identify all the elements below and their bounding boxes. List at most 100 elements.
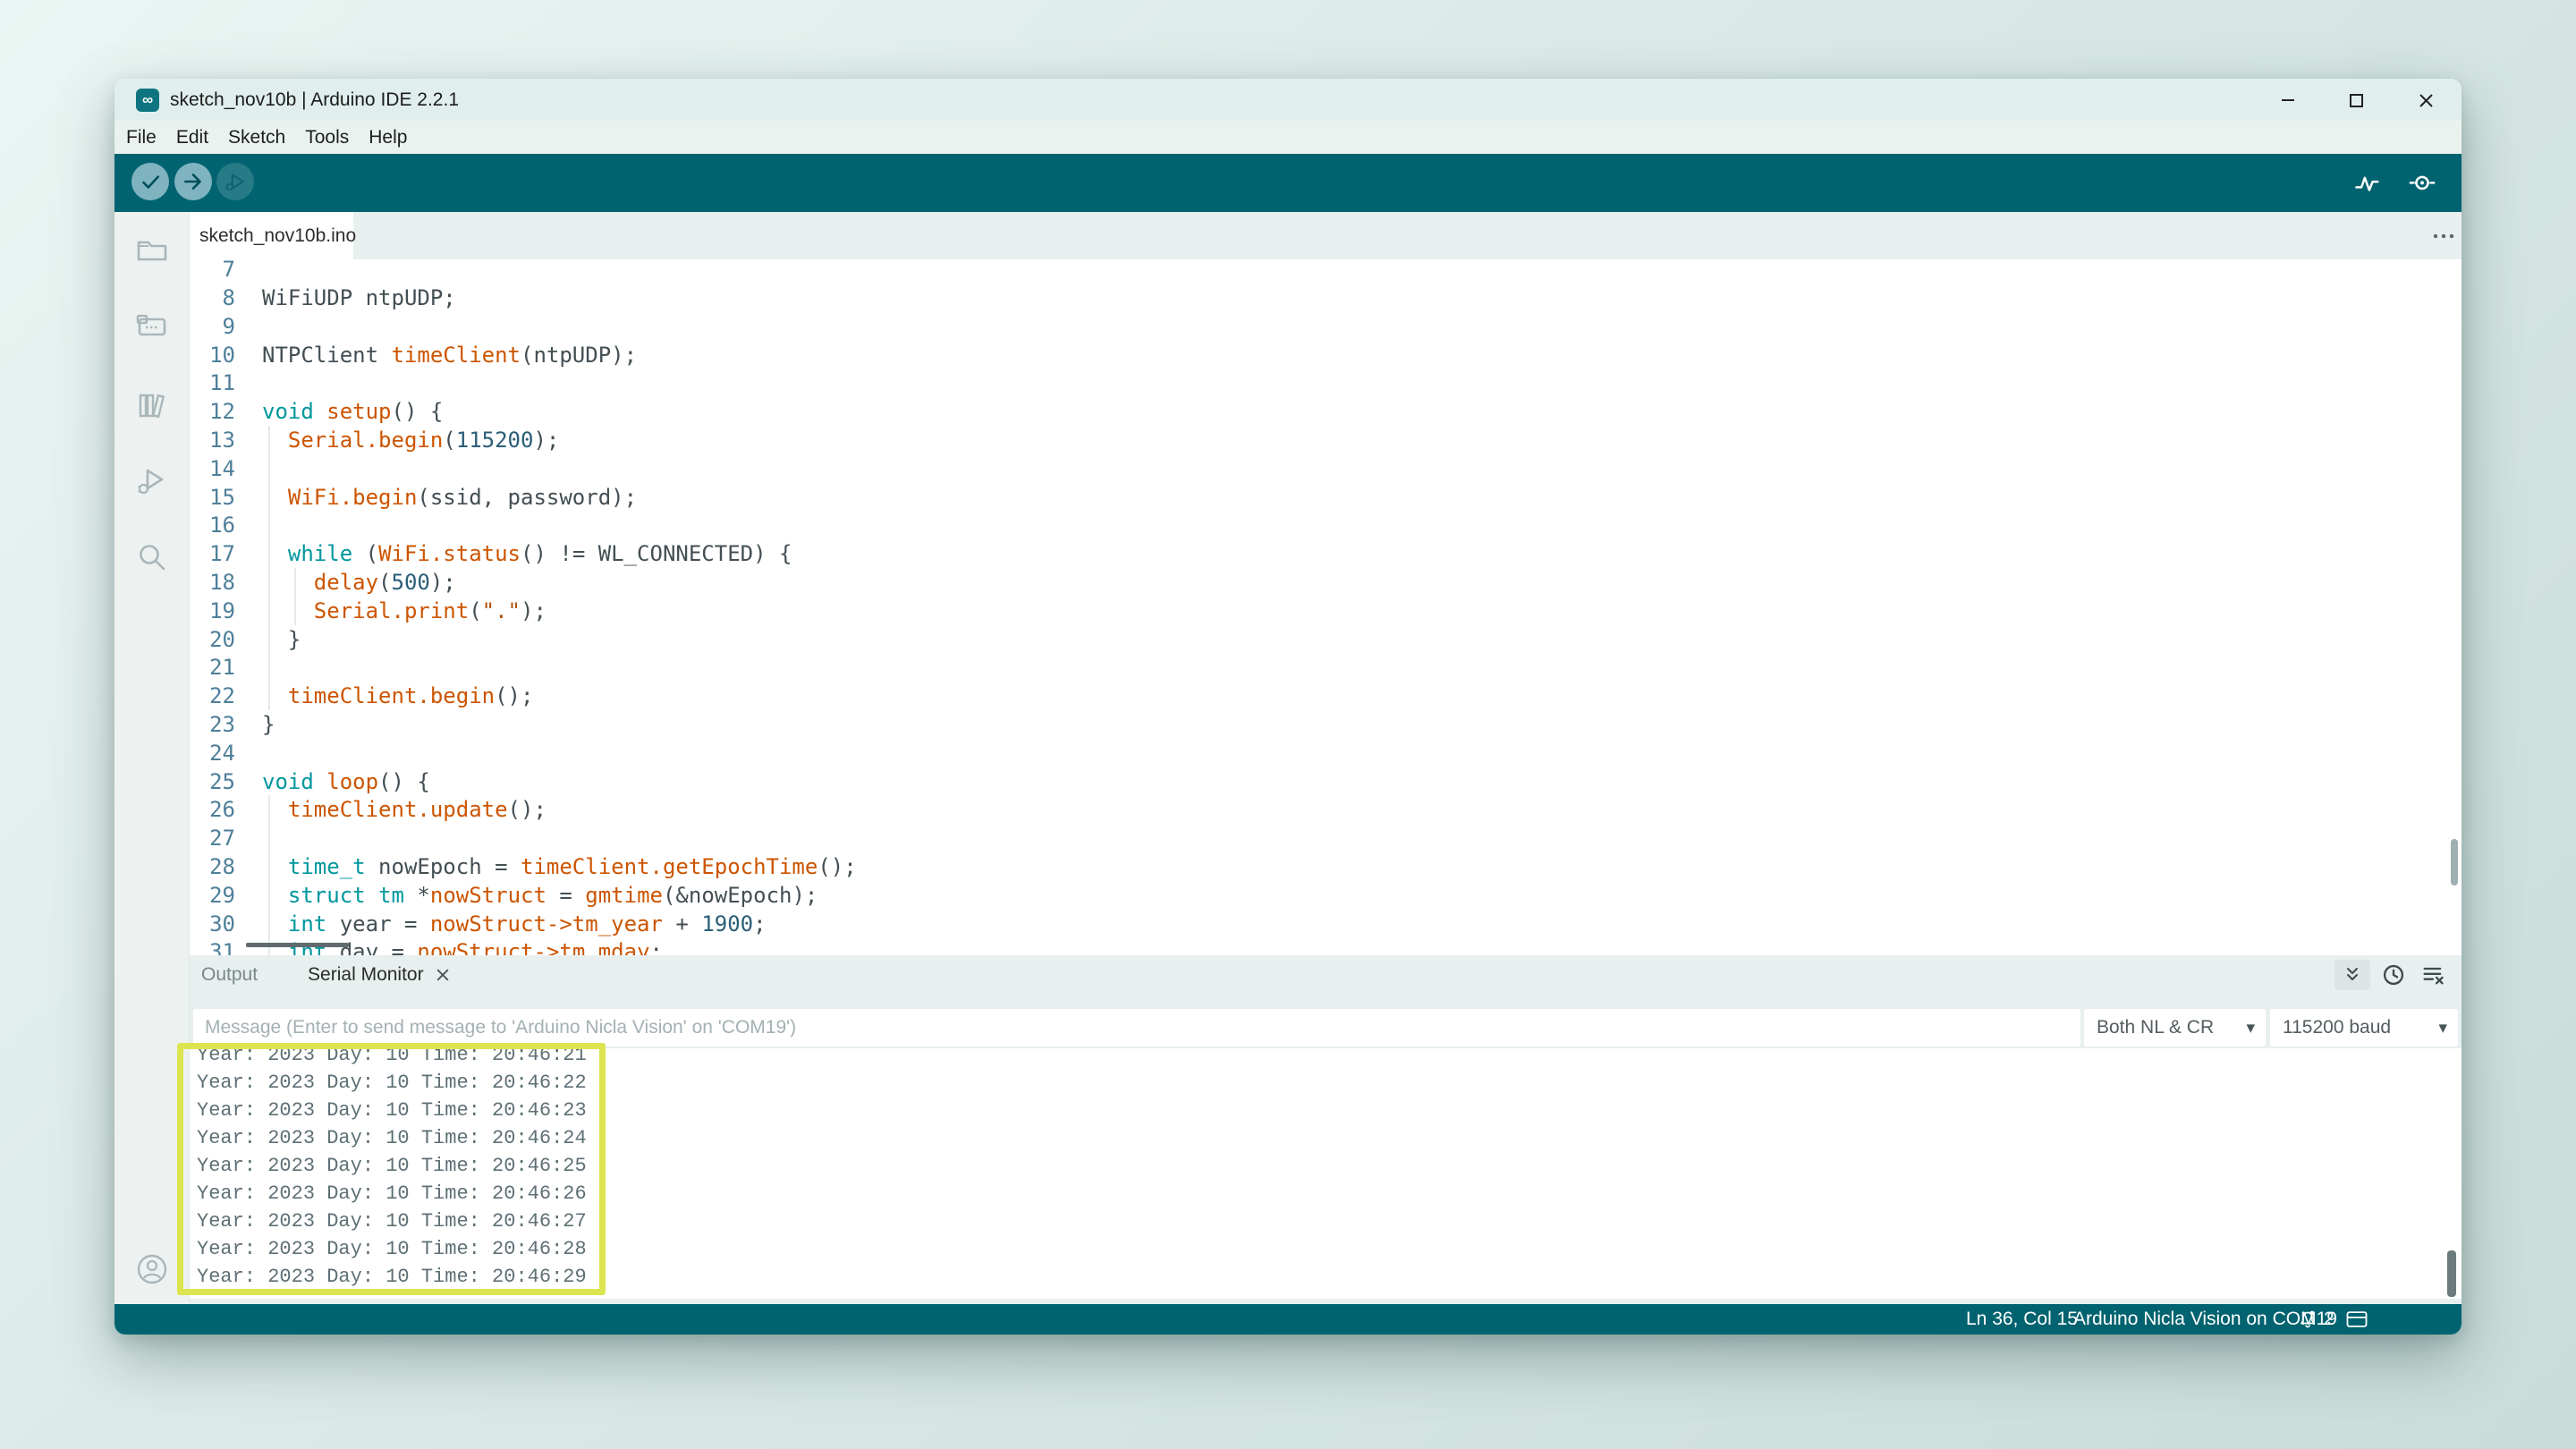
serial-plotter-icon	[2354, 170, 2381, 197]
line-ending-dropdown[interactable]: Both NL & CR ▾	[2084, 1009, 2266, 1046]
menubar: FileEditSketchToolsHelp	[114, 121, 2462, 154]
baud-rate-caret-icon: ▾	[2438, 1018, 2447, 1038]
code-line[interactable]: 30 int year = nowStruct->tm_year + 1900;	[190, 910, 767, 938]
line-number: 25	[190, 767, 235, 796]
code-editor[interactable]: 78WiFiUDP ntpUDP;910NTPClient timeClient…	[190, 259, 2462, 955]
line-number: 24	[190, 739, 235, 767]
line-number: 26	[190, 795, 235, 824]
code-line[interactable]: 26 timeClient.update();	[190, 795, 547, 824]
debug-button[interactable]	[216, 163, 254, 200]
account-icon[interactable]	[132, 1250, 172, 1289]
code-line[interactable]: 7	[190, 259, 262, 284]
clock-icon	[2381, 962, 2406, 987]
serial-plotter-button[interactable]	[2354, 170, 2381, 197]
line-number: 27	[190, 824, 235, 852]
sketchbook-folder-icon[interactable]	[132, 231, 172, 270]
boards-manager-icon[interactable]	[132, 307, 172, 346]
search-icon[interactable]	[132, 538, 172, 577]
code-line[interactable]: 23}	[190, 710, 275, 739]
menu-item-sketch[interactable]: Sketch	[218, 127, 295, 148]
cursor-position[interactable]: Ln 36, Col 15	[1966, 1304, 2078, 1335]
serial-monitor-tab-close-icon[interactable]	[436, 969, 449, 981]
close-icon	[2415, 89, 2436, 111]
arduino-app-icon: ∞	[136, 89, 159, 112]
line-number: 21	[190, 653, 235, 682]
code-line[interactable]: 19 Serial.print(".");	[190, 597, 547, 625]
code-line[interactable]: 15 WiFi.begin(ssid, password);	[190, 483, 637, 512]
code-line[interactable]: 13 Serial.begin(115200);	[190, 426, 559, 454]
menu-item-tools[interactable]: Tools	[295, 127, 359, 148]
line-number: 15	[190, 483, 235, 512]
timestamp-toggle-button[interactable]	[2381, 962, 2406, 987]
line-number: 9	[190, 312, 235, 341]
upload-button[interactable]	[174, 163, 212, 200]
maximize-icon	[2345, 89, 2367, 111]
horizontal-scrollbar-thumb[interactable]	[246, 943, 349, 947]
baud-rate-dropdown[interactable]: 115200 baud ▾	[2270, 1009, 2458, 1046]
baud-rate-value: 115200 baud	[2283, 1017, 2391, 1038]
more-actions-icon[interactable]	[2431, 232, 2458, 241]
code-line[interactable]: 9	[190, 312, 262, 341]
code-line[interactable]: 10NTPClient timeClient(ntpUDP);	[190, 341, 637, 369]
code-line[interactable]: 18 delay(500);	[190, 568, 456, 597]
code-line[interactable]: 28 time_t nowEpoch = timeClient.getEpoch…	[190, 852, 857, 881]
code-line[interactable]: 29 struct tm *nowStruct = gmtime(&nowEpo…	[190, 881, 818, 910]
notification-count: 2	[2324, 1304, 2334, 1335]
panel-layout-icon	[2345, 1310, 2368, 1328]
maximize-button[interactable]	[2336, 79, 2376, 121]
line-number: 29	[190, 881, 235, 910]
line-number: 17	[190, 539, 235, 568]
line-ending-caret-icon: ▾	[2246, 1018, 2255, 1038]
toggle-panel-button[interactable]	[2345, 1310, 2368, 1328]
code-line[interactable]: 17 while (WiFi.status() != WL_CONNECTED)…	[190, 539, 792, 568]
notifications-button[interactable]	[2297, 1309, 2318, 1330]
library-manager-icon[interactable]	[132, 386, 172, 425]
line-number: 22	[190, 682, 235, 710]
debug-panel-icon[interactable]	[132, 462, 172, 501]
serial-message-input[interactable]: Message (Enter to send message to 'Ardui…	[193, 1009, 2080, 1046]
line-number: 11	[190, 369, 235, 397]
line-number: 12	[190, 397, 235, 426]
code-line[interactable]: 11	[190, 369, 262, 397]
menu-item-file[interactable]: File	[116, 127, 166, 148]
window-title: sketch_nov10b | Arduino IDE 2.2.1	[170, 79, 459, 121]
clear-output-button[interactable]	[2420, 962, 2445, 987]
line-number: 16	[190, 511, 235, 539]
code-line[interactable]: 27	[190, 824, 262, 852]
serial-monitor-button[interactable]	[2409, 170, 2436, 197]
bell-icon	[2297, 1309, 2318, 1330]
code-line[interactable]: 21	[190, 653, 262, 682]
menu-item-edit[interactable]: Edit	[166, 127, 218, 148]
serial-scrollbar-thumb[interactable]	[2447, 1250, 2456, 1297]
code-line[interactable]: 20 }	[190, 625, 301, 654]
verify-button[interactable]	[131, 163, 169, 200]
code-line[interactable]: 22 timeClient.begin();	[190, 682, 533, 710]
minimize-button[interactable]	[2268, 79, 2308, 121]
line-number: 8	[190, 284, 235, 312]
line-number: 18	[190, 568, 235, 597]
tab-serial-monitor[interactable]: Serial Monitor	[308, 964, 424, 986]
clear-output-icon	[2420, 962, 2445, 987]
code-line[interactable]: 12void setup() {	[190, 397, 443, 426]
editor-tabbar: sketch_nov10b.ino	[190, 212, 2462, 259]
tab-sketch-ino[interactable]: sketch_nov10b.ino	[190, 212, 353, 259]
line-number: 28	[190, 852, 235, 881]
code-line[interactable]: 14	[190, 454, 262, 483]
line-number: 10	[190, 341, 235, 369]
line-ending-value: Both NL & CR	[2097, 1017, 2214, 1038]
double-chevron-down-icon	[2342, 964, 2363, 986]
code-line[interactable]: 25void loop() {	[190, 767, 430, 796]
code-line[interactable]: 24	[190, 739, 262, 767]
titlebar: ∞ sketch_nov10b | Arduino IDE 2.2.1	[114, 79, 2462, 121]
close-button[interactable]	[2406, 79, 2445, 121]
line-number: 20	[190, 625, 235, 654]
menu-item-help[interactable]: Help	[359, 127, 417, 148]
toolbar: Arduino Nicla Vision ▾	[114, 154, 2462, 212]
tab-output[interactable]: Output	[201, 964, 258, 986]
line-number: 13	[190, 426, 235, 454]
code-line[interactable]: 8WiFiUDP ntpUDP;	[190, 284, 456, 312]
editor-scrollbar-thumb[interactable]	[2451, 839, 2458, 886]
code-line[interactable]: 16	[190, 511, 262, 539]
minimize-icon	[2277, 89, 2299, 111]
collapse-panel-button[interactable]	[2334, 960, 2370, 990]
